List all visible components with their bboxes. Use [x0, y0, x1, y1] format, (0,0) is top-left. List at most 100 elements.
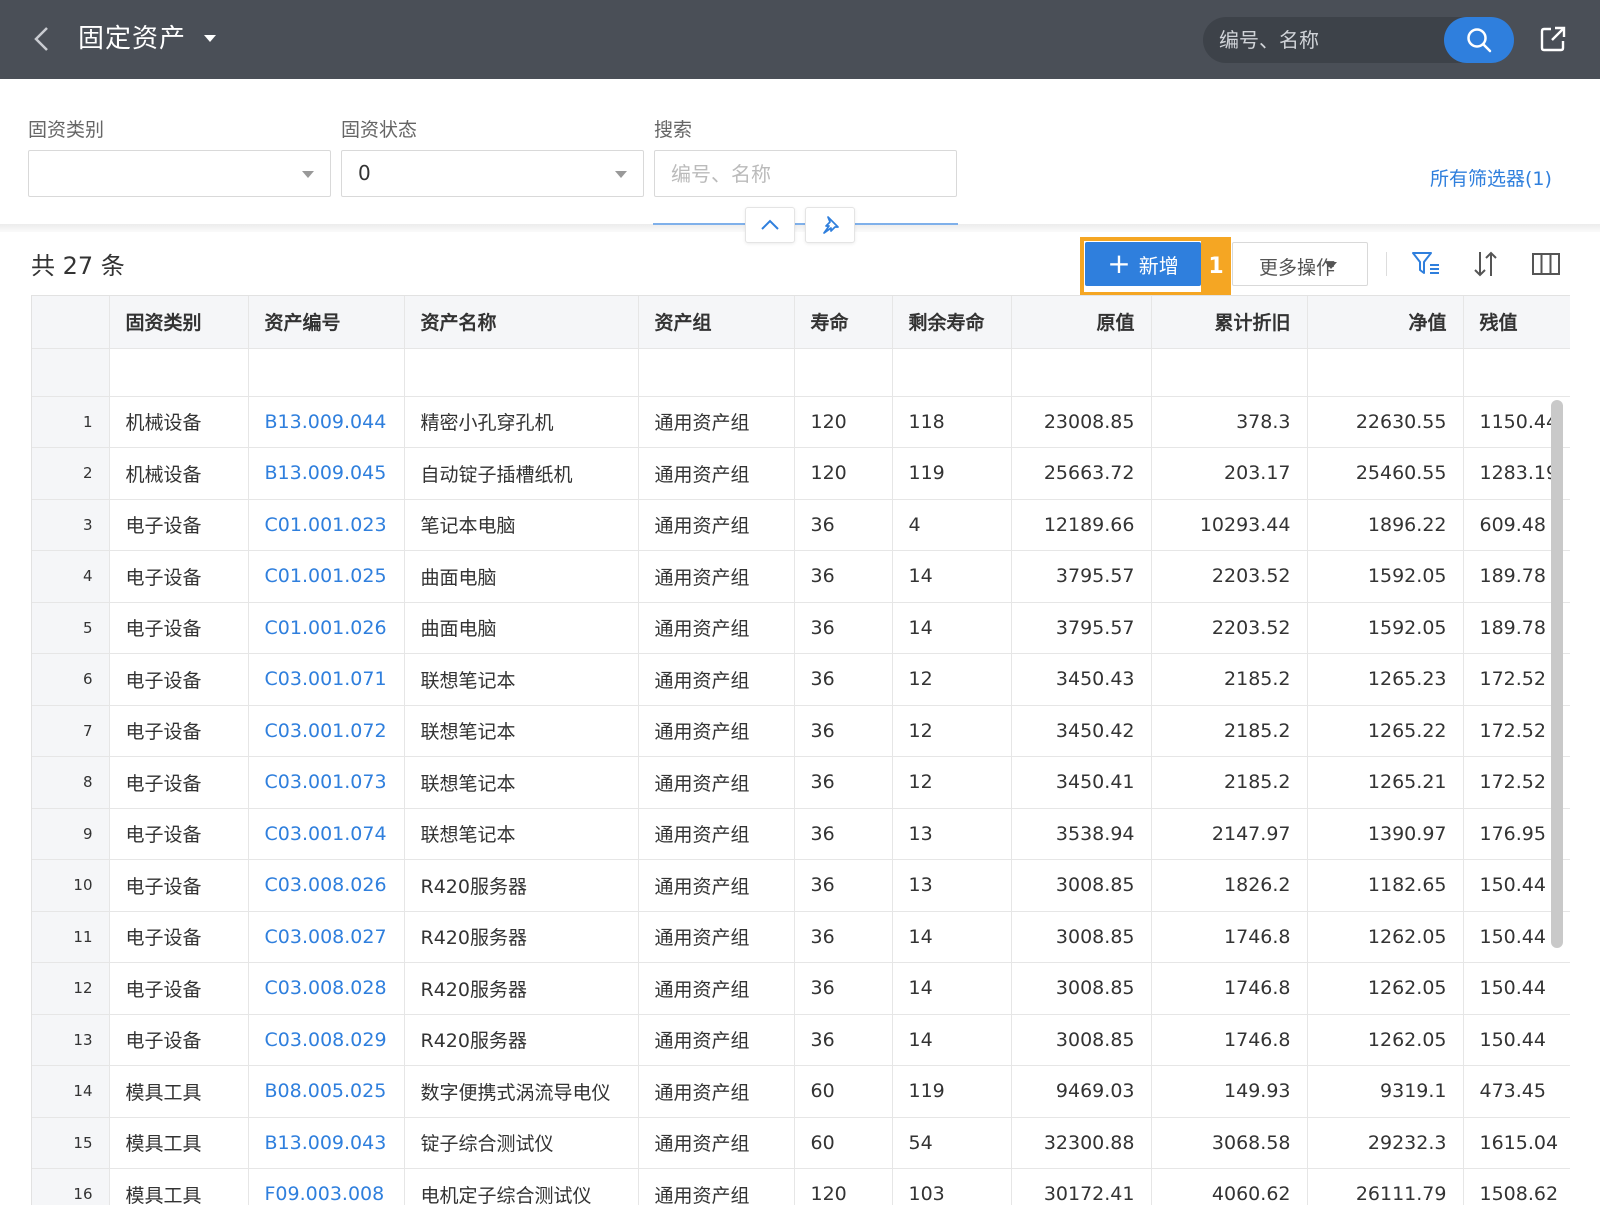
chevron-down-icon: [302, 171, 314, 178]
depreciation-cell: 3068.58: [1151, 1117, 1307, 1169]
all-filters-link[interactable]: 所有筛选器(1): [1430, 164, 1552, 191]
pin-icon: [820, 215, 840, 235]
table-row[interactable]: 14模具工具B08.005.025数字便携式涡流导电仪通用资产组60119946…: [32, 1066, 1570, 1118]
depreciation-cell: 1746.8: [1151, 1014, 1307, 1066]
column-header[interactable]: 剩余寿命: [892, 296, 1011, 348]
net-value-cell: 29232.3: [1307, 1117, 1463, 1169]
table-row[interactable]: 7电子设备C03.001.072联想笔记本通用资产组36123450.42218…: [32, 705, 1570, 757]
category-cell: 电子设备: [109, 705, 248, 757]
column-header[interactable]: 资产组: [638, 296, 794, 348]
column-filter-cell[interactable]: [1011, 348, 1151, 396]
table-row[interactable]: 13电子设备C03.008.029R420服务器通用资产组36143008.85…: [32, 1014, 1570, 1066]
header-search-button[interactable]: [1444, 17, 1514, 63]
column-header[interactable]: 残值: [1463, 296, 1570, 348]
search-icon: [1465, 26, 1493, 54]
chevron-down-icon: [615, 171, 627, 178]
column-filter-cell[interactable]: [404, 348, 638, 396]
header-search-input[interactable]: [1219, 17, 1419, 63]
column-header[interactable]: 资产名称: [404, 296, 638, 348]
remaining-life-cell: 14: [892, 602, 1011, 654]
pin-filters-button[interactable]: [805, 207, 855, 243]
column-header[interactable]: 累计折旧: [1151, 296, 1307, 348]
asset-code-link[interactable]: B13.009.043: [248, 1117, 404, 1169]
table-row[interactable]: 3电子设备C01.001.023笔记本电脑通用资产组36412189.66102…: [32, 499, 1570, 551]
asset-code-link[interactable]: B08.005.025: [248, 1066, 404, 1118]
life-cell: 120: [794, 396, 892, 448]
column-filter-cell[interactable]: [109, 348, 248, 396]
table-row[interactable]: 10电子设备C03.008.026R420服务器通用资产组36133008.85…: [32, 860, 1570, 912]
table-row[interactable]: 15模具工具B13.009.043锭子综合测试仪通用资产组605432300.8…: [32, 1117, 1570, 1169]
asset-group-cell: 通用资产组: [638, 551, 794, 603]
table-row[interactable]: 2机械设备B13.009.045自动锭子插槽纸机通用资产组12011925663…: [32, 448, 1570, 500]
filter-icon[interactable]: [1410, 248, 1442, 280]
table-row[interactable]: 11电子设备C03.008.027R420服务器通用资产组36143008.85…: [32, 911, 1570, 963]
asset-code-link[interactable]: C01.001.026: [248, 602, 404, 654]
export-icon[interactable]: [1538, 24, 1568, 54]
category-cell: 机械设备: [109, 448, 248, 500]
sort-icon[interactable]: [1470, 248, 1502, 280]
remaining-life-cell: 13: [892, 860, 1011, 912]
more-actions-dropdown[interactable]: 更多操作: [1232, 242, 1368, 286]
column-filter-cell[interactable]: [1151, 348, 1307, 396]
asset-name-cell: 自动锭子插槽纸机: [404, 448, 638, 500]
asset-code-link[interactable]: C03.001.073: [248, 757, 404, 809]
collapse-filters-button[interactable]: [745, 207, 795, 243]
asset-name-cell: 曲面电脑: [404, 551, 638, 603]
remaining-life-cell: 4: [892, 499, 1011, 551]
step-badge: 1: [1201, 239, 1231, 294]
asset-code-link[interactable]: C03.001.072: [248, 705, 404, 757]
add-button[interactable]: + 新增: [1085, 242, 1201, 286]
depreciation-cell: 2185.2: [1151, 705, 1307, 757]
column-header[interactable]: 寿命: [794, 296, 892, 348]
column-header[interactable]: 原值: [1011, 296, 1151, 348]
column-header[interactable]: 净值: [1307, 296, 1463, 348]
original-value-cell: 3795.57: [1011, 602, 1151, 654]
table-row[interactable]: 4电子设备C01.001.025曲面电脑通用资产组36143795.572203…: [32, 551, 1570, 603]
asset-name-cell: 联想笔记本: [404, 705, 638, 757]
columns-icon[interactable]: [1530, 248, 1562, 280]
column-filter-cell[interactable]: [1463, 348, 1570, 396]
asset-code-link[interactable]: B13.009.044: [248, 396, 404, 448]
column-filter-cell[interactable]: [892, 348, 1011, 396]
asset-code-link[interactable]: B13.009.045: [248, 448, 404, 500]
column-filter-cell[interactable]: [638, 348, 794, 396]
asset-code-link[interactable]: C01.001.023: [248, 499, 404, 551]
column-header[interactable]: 固资类别: [109, 296, 248, 348]
asset-code-link[interactable]: C03.008.028: [248, 963, 404, 1015]
page-title: 固定资产: [78, 18, 186, 55]
table-scrollbar[interactable]: [1551, 400, 1563, 948]
table-row[interactable]: 6电子设备C03.001.071联想笔记本通用资产组36123450.43218…: [32, 654, 1570, 706]
original-value-cell: 3795.57: [1011, 551, 1151, 603]
table-row[interactable]: 5电子设备C01.001.026曲面电脑通用资产组36143795.572203…: [32, 602, 1570, 654]
asset-group-cell: 通用资产组: [638, 448, 794, 500]
asset-name-cell: 精密小孔穿孔机: [404, 396, 638, 448]
asset-name-cell: R420服务器: [404, 860, 638, 912]
status-select[interactable]: 0: [341, 150, 644, 197]
column-filter-cell[interactable]: [794, 348, 892, 396]
asset-code-link[interactable]: C03.008.026: [248, 860, 404, 912]
table-row[interactable]: 1机械设备B13.009.044精密小孔穿孔机通用资产组12011823008.…: [32, 396, 1570, 448]
column-header[interactable]: 资产编号: [248, 296, 404, 348]
add-button-label: 新增: [1139, 250, 1179, 279]
table-row[interactable]: 8电子设备C03.001.073联想笔记本通用资产组36123450.41218…: [32, 757, 1570, 809]
asset-code-link[interactable]: C03.001.074: [248, 808, 404, 860]
remaining-life-cell: 119: [892, 448, 1011, 500]
title-dropdown-icon[interactable]: [204, 35, 216, 42]
asset-code-link[interactable]: C03.008.027: [248, 911, 404, 963]
asset-code-link[interactable]: C03.001.071: [248, 654, 404, 706]
back-icon[interactable]: [28, 24, 58, 54]
row-number-cell: 8: [32, 757, 109, 809]
original-value-cell: 3008.85: [1011, 1014, 1151, 1066]
asset-name-cell: 联想笔记本: [404, 654, 638, 706]
remaining-life-cell: 13: [892, 808, 1011, 860]
table-row[interactable]: 9电子设备C03.001.074联想笔记本通用资产组36133538.94214…: [32, 808, 1570, 860]
top-bar: 固定资产: [0, 0, 1600, 79]
asset-group-cell: 通用资产组: [638, 911, 794, 963]
asset-code-link[interactable]: C03.008.029: [248, 1014, 404, 1066]
category-select[interactable]: [28, 150, 331, 197]
asset-code-link[interactable]: C01.001.025: [248, 551, 404, 603]
search-filter-input[interactable]: [655, 151, 956, 196]
table-row[interactable]: 12电子设备C03.008.028R420服务器通用资产组36143008.85…: [32, 963, 1570, 1015]
column-filter-cell[interactable]: [1307, 348, 1463, 396]
column-filter-cell[interactable]: [248, 348, 404, 396]
